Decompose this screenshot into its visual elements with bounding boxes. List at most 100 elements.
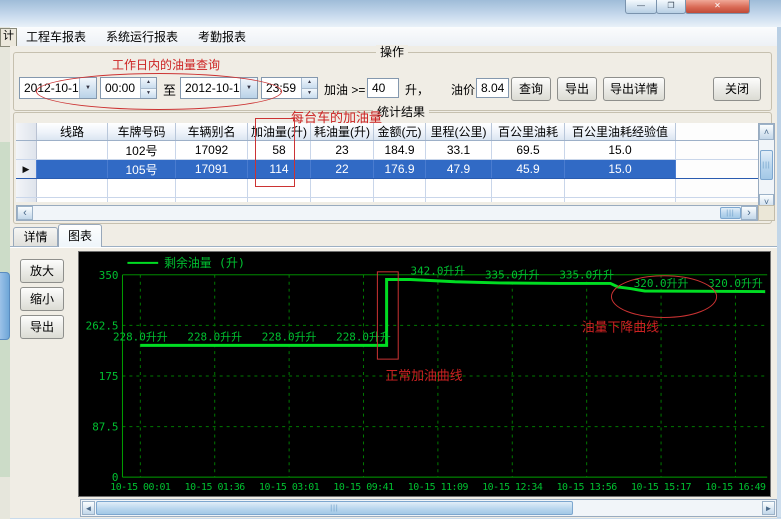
table-cell[interactable] [374,198,426,203]
chevron-down-icon[interactable]: ▼ [79,78,96,98]
fuel-price-input[interactable]: 8.04 [476,78,509,98]
to-label: 至 [163,80,176,99]
row-selector-cell[interactable] [16,198,37,203]
background-scrollbar-fragment [0,272,10,340]
table-cell[interactable] [311,198,374,203]
spinner-down-icon[interactable]: ▼ [141,89,156,99]
table-cell[interactable]: 23 [311,141,374,160]
table-row[interactable] [16,198,758,203]
tab-chart[interactable]: 图表 [58,224,102,247]
refuel-threshold-input[interactable]: 40 [367,78,399,98]
table-cell[interactable] [426,198,492,203]
table-cell[interactable] [565,198,676,203]
annotation-fuel-drop-note: 油量下降曲线 [582,320,659,335]
table-cell[interactable] [248,179,311,198]
scroll-right-button[interactable]: › [741,206,757,220]
scroll-left-button[interactable]: ‹ [17,206,33,220]
date-to-value: 2012-10-15 [181,78,240,98]
spinner-up-icon[interactable]: ▲ [141,78,156,89]
scroll-right-button[interactable]: ► [762,501,775,515]
menu-item-attendance-report[interactable]: 考勤报表 [188,28,256,46]
export-chart-button[interactable]: 导出 [20,315,64,339]
query-button[interactable]: 查询 [511,77,551,101]
menu-bar: 工程车报表 系统运行报表 考勤报表 [10,27,777,47]
date-from-picker[interactable]: 2012-10-15 ▼ [19,77,97,99]
minimize-button[interactable]: — [625,0,657,14]
table-cell[interactable] [176,179,248,198]
row-selector-cell[interactable] [16,141,37,160]
table-cell[interactable] [426,179,492,198]
table-cell[interactable]: 58 [248,141,311,160]
table-cell[interactable]: 114 [248,160,311,179]
spinner-buttons[interactable]: ▲ ▼ [140,78,156,98]
table-cell[interactable]: 69.5 [492,141,565,160]
row-selector-header[interactable] [16,123,37,141]
horizontal-scroll-thumb[interactable]: ||| [720,207,741,219]
close-button[interactable]: 关闭 [713,77,761,101]
table-cell[interactable]: 176.9 [374,160,426,179]
table-cell[interactable] [565,179,676,198]
column-header[interactable]: 线路 [37,123,108,141]
table-cell[interactable] [37,160,108,179]
column-header[interactable]: 车牌号码 [108,123,176,141]
export-button[interactable]: 导出 [557,77,597,101]
table-cell[interactable] [374,179,426,198]
table-cell[interactable]: 45.9 [492,160,565,179]
row-selector-cell[interactable] [16,179,37,198]
column-header[interactable]: 百公里油耗经验值 [565,123,676,141]
table-cell[interactable]: 33.1 [426,141,492,160]
scroll-up-button[interactable]: ˄ [759,124,774,140]
zoom-out-button[interactable]: 缩小 [20,287,64,311]
table-cell[interactable] [311,179,374,198]
table-vertical-scrollbar[interactable]: ˄ ||| ˅ [758,123,775,211]
chart-horizontal-scrollbar[interactable]: ◄ ||| ► [80,499,777,517]
column-header[interactable]: 加油量(升) [248,123,311,141]
chevron-down-icon[interactable]: ▼ [240,78,257,98]
spinner-up-icon[interactable]: ▲ [302,78,317,89]
column-header[interactable]: 里程(公里) [426,123,492,141]
table-cell[interactable]: 15.0 [565,141,676,160]
chart-scroll-thumb[interactable]: ||| [96,501,573,515]
time-from-spinner[interactable]: 00:00 ▲ ▼ [100,77,157,99]
annotation-normal-refuel-note: 正常加油曲线 [385,369,462,384]
table-horizontal-scrollbar[interactable]: ‹ ||| › [16,205,758,221]
table-cell[interactable]: 17091 [176,160,248,179]
zoom-in-button[interactable]: 放大 [20,259,64,283]
table-cell[interactable]: 102号 [108,141,176,160]
table-cell[interactable] [37,141,108,160]
maximize-button[interactable]: ❐ [656,0,686,14]
table-cell[interactable]: 15.0 [565,160,676,179]
time-to-spinner[interactable]: 23:59 ▲ ▼ [261,77,318,99]
column-header[interactable]: 金额(元) [374,123,426,141]
close-window-button[interactable]: ✕ [685,0,750,14]
spinner-down-icon[interactable]: ▼ [302,89,317,99]
table-cell[interactable] [492,179,565,198]
table-cell[interactable]: 184.9 [374,141,426,160]
table-cell[interactable]: 17092 [176,141,248,160]
column-header[interactable]: 车辆别名 [176,123,248,141]
menu-item-system-operation-report[interactable]: 系统运行报表 [96,28,188,46]
spinner-buttons[interactable]: ▲ ▼ [301,78,317,98]
row-selector-arrow[interactable]: ▶ [16,160,37,179]
column-header[interactable]: 百公里油耗 [492,123,565,141]
export-detail-button[interactable]: 导出详情 [603,77,665,101]
table-cell[interactable] [492,198,565,203]
table-row[interactable]: 102号170925823184.933.169.515.0 [16,141,758,160]
tab-details[interactable]: 详情 [13,227,58,247]
table-cell[interactable] [37,198,108,203]
table-cell[interactable]: 47.9 [426,160,492,179]
menu-item-engineering-vehicle-report[interactable]: 工程车报表 [16,28,96,46]
table-cell[interactable] [37,179,108,198]
table-cell[interactable]: 22 [311,160,374,179]
table-cell[interactable] [248,198,311,203]
date-to-picker[interactable]: 2012-10-15 ▼ [180,77,258,99]
table-cell[interactable] [108,198,176,203]
column-header[interactable]: 耗油量(升) [311,123,374,141]
table-cell[interactable]: 105号 [108,160,176,179]
table-row[interactable] [16,179,758,198]
table-row[interactable]: ▶ 105号1709111422176.947.945.915.0 [16,160,758,179]
vertical-scroll-thumb[interactable]: ||| [760,150,773,180]
table-cell[interactable] [176,198,248,203]
scroll-left-button[interactable]: ◄ [82,501,95,515]
table-cell[interactable] [108,179,176,198]
